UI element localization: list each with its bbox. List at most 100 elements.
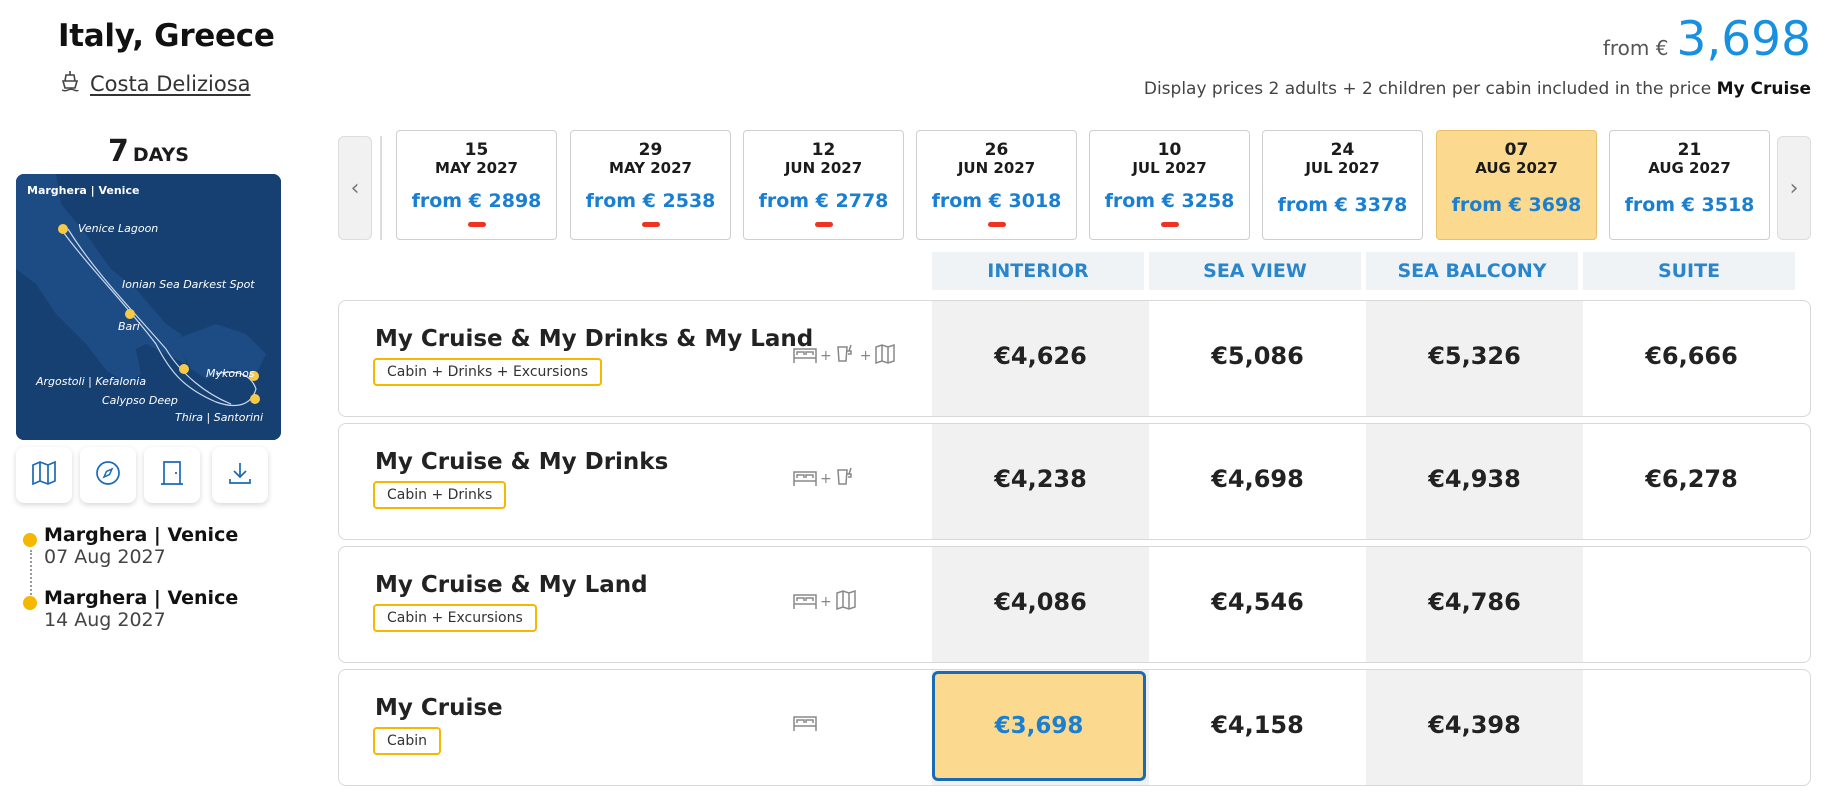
price-cell[interactable]: €4,786: [1366, 588, 1583, 616]
availability-dash: [987, 222, 1006, 227]
map-label: Bari: [118, 320, 140, 333]
itinerary-item: [23, 533, 37, 547]
availability-dash: [1160, 222, 1179, 227]
drinks-icon: [834, 342, 858, 370]
date-day: 07: [1504, 140, 1529, 160]
itinerary-start: Marghera | Venice 07 Aug 2027: [44, 524, 238, 568]
date-price: from € 3378: [1277, 194, 1408, 216]
package-icons: +: [792, 588, 858, 616]
date-price: from € 3518: [1624, 194, 1755, 216]
date-card[interactable]: 29 MAY 2027 from € 2538: [570, 130, 731, 240]
port-dot-bari: [125, 309, 135, 319]
door-icon: [158, 459, 186, 491]
package-name: My Cruise: [375, 695, 503, 721]
date-month: JUN 2027: [784, 159, 863, 177]
itinerary-date: 07 Aug 2027: [44, 546, 166, 568]
port-dot-argostoli: [179, 364, 189, 374]
price-cell[interactable]: €4,238: [932, 465, 1149, 493]
column-interior[interactable]: INTERIOR: [932, 252, 1144, 290]
duration-number: 7: [108, 134, 129, 169]
display-note-product: My Cruise: [1716, 79, 1811, 99]
chevron-left-icon: ‹: [350, 175, 360, 201]
map-label: Thira | Santorini: [175, 411, 264, 424]
price-cell[interactable]: €4,546: [1149, 588, 1366, 616]
package-tag: Cabin + Drinks: [373, 481, 507, 509]
package-name: My Cruise & My Land: [375, 572, 648, 598]
drinks-icon: [834, 465, 858, 493]
itinerary-date: 14 Aug 2027: [44, 609, 166, 631]
date-day: 10: [1157, 140, 1182, 160]
price-cell[interactable]: €4,086: [932, 588, 1149, 616]
package-icons: +: [792, 465, 858, 493]
port-dot-venice: [58, 224, 68, 234]
plus-sign: +: [820, 471, 832, 487]
itinerary-connector: [30, 550, 32, 595]
package-name: My Cruise & My Drinks: [375, 449, 669, 475]
price-cell[interactable]: €4,938: [1366, 465, 1583, 493]
date-card[interactable]: 24 JUL 2027 from € 3378: [1262, 130, 1423, 240]
map-button[interactable]: [16, 447, 72, 503]
availability-dash: [467, 222, 486, 227]
date-month: AUG 2027: [1475, 159, 1558, 177]
package-name: My Cruise & My Drinks & My Land: [375, 326, 814, 352]
carousel-prev-button[interactable]: ‹: [338, 136, 372, 240]
map-label: Calypso Deep: [102, 394, 178, 407]
door-button[interactable]: [144, 447, 200, 503]
price-cell[interactable]: €6,278: [1583, 465, 1800, 493]
price-cell[interactable]: €4,698: [1149, 465, 1366, 493]
date-day: 21: [1677, 140, 1702, 160]
availability-dash: [641, 222, 660, 227]
ship-name[interactable]: Costa Deliziosa: [90, 72, 251, 96]
price-cell[interactable]: €4,398: [1366, 711, 1583, 739]
map-title: Marghera | Venice: [27, 184, 140, 197]
date-card[interactable]: 26 JUN 2027 from € 3018: [916, 130, 1077, 240]
price-cell[interactable]: €4,626: [932, 342, 1149, 370]
carousel-next-button[interactable]: ›: [1777, 136, 1811, 240]
map-label: Venice Lagoon: [78, 222, 159, 235]
plus-sign: +: [820, 348, 832, 364]
package-tag: Cabin: [373, 727, 442, 755]
ship-icon: [60, 70, 80, 97]
date-card[interactable]: 12 JUN 2027 from € 2778: [743, 130, 904, 240]
itinerary-item: [23, 596, 37, 610]
cruise-title: Italy, Greece: [58, 18, 275, 54]
availability-dash: [814, 222, 833, 227]
map-label: Argostoli | Kefalonia: [36, 375, 147, 388]
bed-icon: [792, 589, 818, 615]
price-cell[interactable]: €6,666: [1583, 342, 1800, 370]
compass-button[interactable]: [80, 447, 136, 503]
date-day: 15: [464, 140, 489, 160]
itinerary-dot: [23, 533, 37, 547]
date-day: 12: [811, 140, 836, 160]
date-card[interactable]: 10 JUL 2027 from € 3258: [1089, 130, 1250, 240]
price-cell-selected[interactable]: €3,698: [932, 671, 1146, 781]
display-note-text: Display prices 2 adults + 2 children per…: [1143, 79, 1712, 99]
column-suite[interactable]: SUITE: [1583, 252, 1795, 290]
date-card[interactable]: 07 AUG 2027 from € 3698: [1436, 130, 1597, 240]
date-price: from € 2538: [585, 190, 716, 212]
carousel-divider: [380, 136, 382, 240]
date-day: 26: [984, 140, 1009, 160]
package-tag: Cabin + Excursions: [373, 604, 537, 632]
price-cell[interactable]: €5,086: [1149, 342, 1366, 370]
bed-icon: [792, 343, 818, 369]
date-card[interactable]: 15 MAY 2027 from € 2898: [396, 130, 557, 240]
ship-link[interactable]: Costa Deliziosa: [60, 70, 251, 97]
map-icon: [30, 459, 58, 491]
date-month: JUL 2027: [1132, 159, 1207, 177]
compass-icon: [94, 459, 122, 491]
column-sea-balcony[interactable]: SEA BALCONY: [1366, 252, 1578, 290]
date-price: from € 2898: [411, 190, 542, 212]
port-dot-santorini: [250, 394, 260, 404]
map-icon: [834, 588, 858, 616]
package-tag: Cabin + Drinks + Excursions: [373, 358, 603, 386]
itinerary-port: Marghera | Venice: [44, 524, 239, 546]
chevron-right-icon: ›: [1789, 175, 1799, 201]
date-month: MAY 2027: [609, 159, 692, 177]
date-card[interactable]: 21 AUG 2027 from € 3518: [1609, 130, 1770, 240]
price-cell[interactable]: €5,326: [1366, 342, 1583, 370]
column-sea-view[interactable]: SEA VIEW: [1149, 252, 1361, 290]
display-prices-note: Display prices 2 adults + 2 children per…: [1144, 79, 1811, 99]
price-cell[interactable]: €4,158: [1149, 711, 1366, 739]
download-button[interactable]: [212, 447, 268, 503]
